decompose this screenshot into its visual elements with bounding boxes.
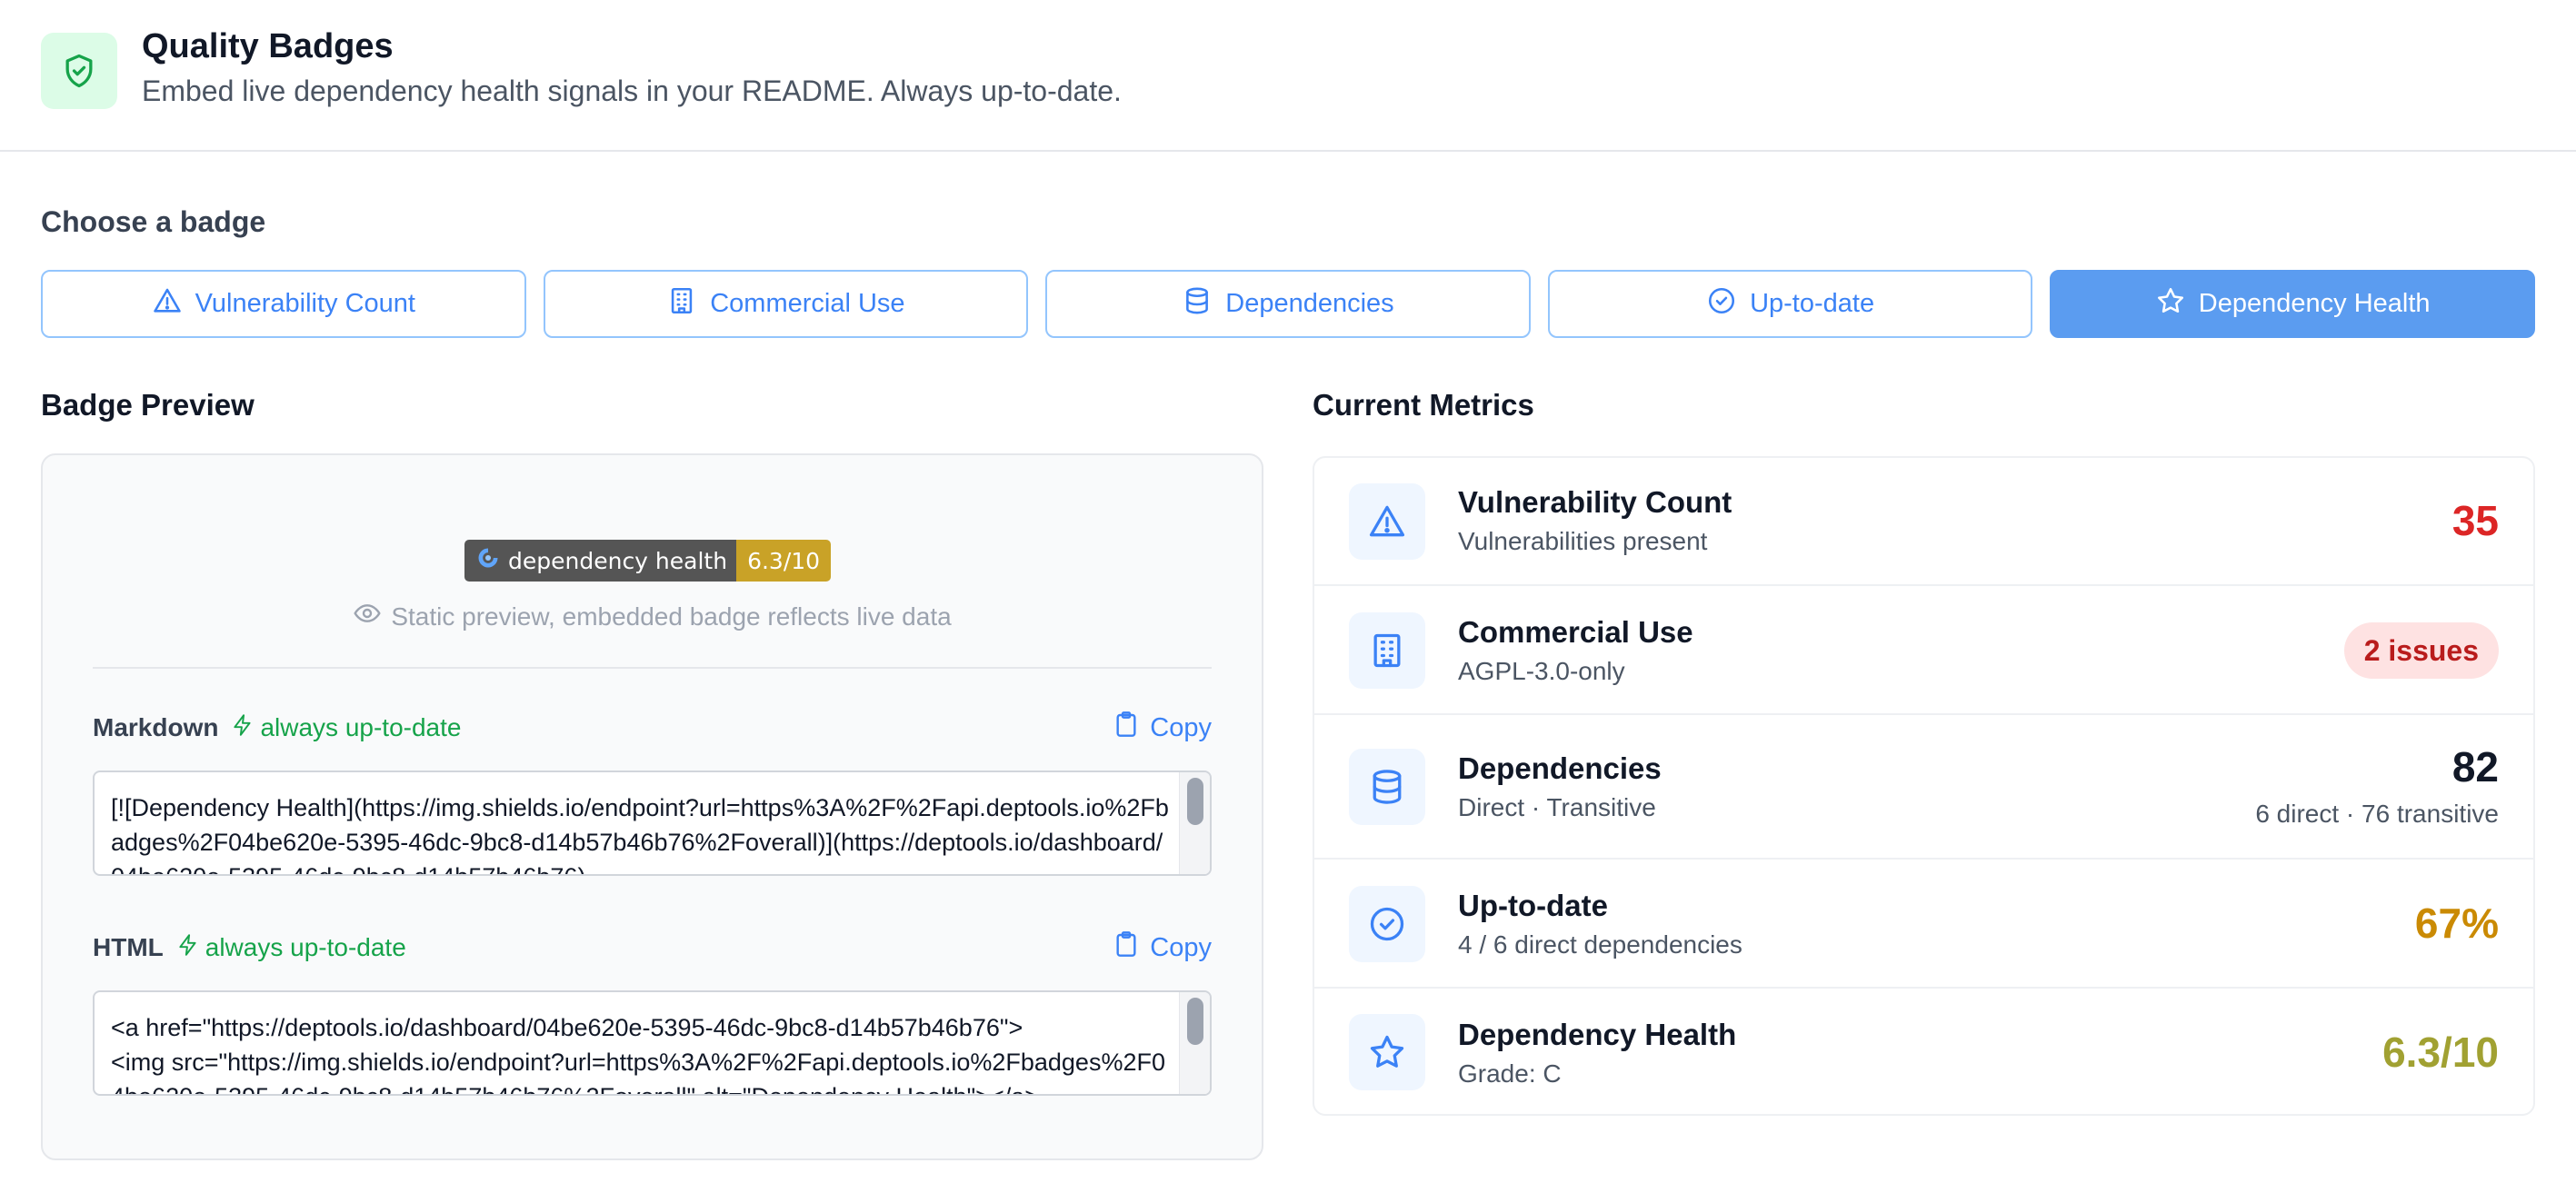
badge-type-selector: Vulnerability Count Commercial Use Depen… (41, 270, 2535, 338)
metric-desc: 4 / 6 direct dependencies (1458, 930, 1742, 959)
preview-note-text: Static preview, embedded badge reflects … (391, 602, 952, 631)
markdown-snippet-header: Markdown always up-to-date Copy (93, 710, 1212, 746)
badge-option-label: Dependency Health (2198, 289, 2431, 318)
metric-value: 35 (2451, 497, 2499, 544)
metric-name: Commercial Use (1458, 615, 1693, 649)
metric-row-dependencies: Dependencies Direct · Transitive 82 6 di… (1314, 715, 2533, 860)
markdown-freshness: always up-to-date (231, 713, 461, 743)
badge-preview-panel: dependency health 6.3/10 Static preview,… (41, 453, 1263, 1160)
html-snippet-header: HTML always up-to-date Copy (93, 930, 1212, 966)
eye-icon (353, 599, 382, 634)
markdown-scrollbar[interactable] (1179, 772, 1210, 874)
markdown-code[interactable]: [![Dependency Health](https://img.shield… (111, 790, 1170, 874)
metric-row-up-to-date: Up-to-date 4 / 6 direct dependencies 67% (1314, 860, 2533, 989)
metric-desc: AGPL-3.0-only (1458, 657, 1625, 685)
metric-name: Up-to-date (1458, 889, 1608, 922)
badge-option-label: Up-to-date (1750, 289, 1875, 318)
status-badge: 2 issues (2343, 622, 2499, 679)
freshness-text: always up-to-date (260, 713, 462, 741)
badge-option-label: Commercial Use (710, 289, 905, 318)
badge-option-vulnerability-count[interactable]: Vulnerability Count (41, 270, 526, 338)
metric-name: Vulnerability Count (1458, 485, 1732, 519)
current-metrics-title: Current Metrics (1313, 388, 1534, 422)
badge-option-label: Vulnerability Count (195, 289, 415, 318)
copy-markdown-button[interactable]: Copy (1112, 710, 1212, 746)
metric-desc: Grade: C (1458, 1059, 1562, 1088)
metric-name: Dependency Health (1458, 1018, 1737, 1051)
building-icon (666, 285, 697, 323)
html-code[interactable]: <a href="https://deptools.io/dashboard/0… (111, 1010, 1170, 1094)
database-icon (1349, 749, 1425, 825)
metric-value: 67% (2414, 900, 2499, 947)
page-title: Quality Badges (142, 27, 394, 65)
badge-option-dependencies[interactable]: Dependencies (1045, 270, 1531, 338)
html-code-box[interactable]: <a href="https://deptools.io/dashboard/0… (93, 990, 1212, 1096)
metric-value: 82 (2451, 743, 2499, 790)
divider (93, 667, 1212, 669)
badge-option-up-to-date[interactable]: Up-to-date (1547, 270, 2033, 338)
metric-desc: Vulnerabilities present (1458, 527, 1708, 555)
lightning-icon (231, 713, 255, 743)
page-subtitle: Embed live dependency health signals in … (142, 75, 1122, 107)
metrics-list: Vulnerability Count Vulnerabilities pres… (1313, 456, 2535, 1116)
building-icon (1349, 612, 1425, 689)
metric-row-commercial-use: Commercial Use AGPL-3.0-only 2 issues (1314, 586, 2533, 715)
freshness-text: always up-to-date (205, 933, 406, 961)
badge-option-dependency-health[interactable]: Dependency Health (2050, 270, 2535, 338)
lightning-icon (176, 933, 200, 963)
metric-value: 6.3/10 (2382, 1029, 2499, 1076)
scroll-thumb[interactable] (1187, 998, 1203, 1045)
preview-note: Static preview, embedded badge reflects … (43, 599, 1262, 634)
alert-triangle-icon (1349, 483, 1425, 560)
copy-html-button[interactable]: Copy (1112, 930, 1212, 966)
copy-label: Copy (1150, 932, 1212, 962)
database-icon (1182, 285, 1213, 323)
check-circle-icon (1706, 285, 1737, 323)
clipboard-icon (1112, 710, 1141, 746)
shield-value: 6.3/10 (736, 540, 832, 582)
shield-check-icon (41, 33, 117, 109)
star-icon (1349, 1014, 1425, 1090)
shield-label: dependency health (508, 547, 728, 574)
badge-preview-title: Badge Preview (41, 388, 255, 422)
html-label: HTML (93, 933, 164, 961)
check-circle-icon (1349, 886, 1425, 962)
choose-badge-label: Choose a badge (41, 205, 266, 238)
metric-breakdown: 6 direct · 76 transitive (2255, 800, 2499, 828)
metric-row-vulnerability-count: Vulnerability Count Vulnerabilities pres… (1314, 458, 2533, 586)
html-scrollbar[interactable] (1179, 992, 1210, 1094)
star-icon (2155, 285, 2186, 323)
page-header: Quality Badges Embed live dependency hea… (0, 0, 2576, 152)
copy-label: Copy (1150, 712, 1212, 742)
scroll-thumb[interactable] (1187, 778, 1203, 825)
html-freshness: always up-to-date (176, 933, 406, 963)
badge-option-commercial-use[interactable]: Commercial Use (543, 270, 1029, 338)
clipboard-icon (1112, 930, 1141, 966)
deptools-logo-icon (475, 545, 501, 576)
markdown-label: Markdown (93, 713, 219, 741)
metric-desc: Direct · Transitive (1458, 793, 1656, 821)
metric-name: Dependencies (1458, 751, 1662, 785)
badge-preview-shield: dependency health 6.3/10 (464, 540, 832, 582)
markdown-code-box[interactable]: [![Dependency Health](https://img.shield… (93, 771, 1212, 876)
alert-triangle-icon (152, 285, 183, 323)
badge-option-label: Dependencies (1225, 289, 1394, 318)
metric-row-dependency-health: Dependency Health Grade: C 6.3/10 (1314, 989, 2533, 1114)
